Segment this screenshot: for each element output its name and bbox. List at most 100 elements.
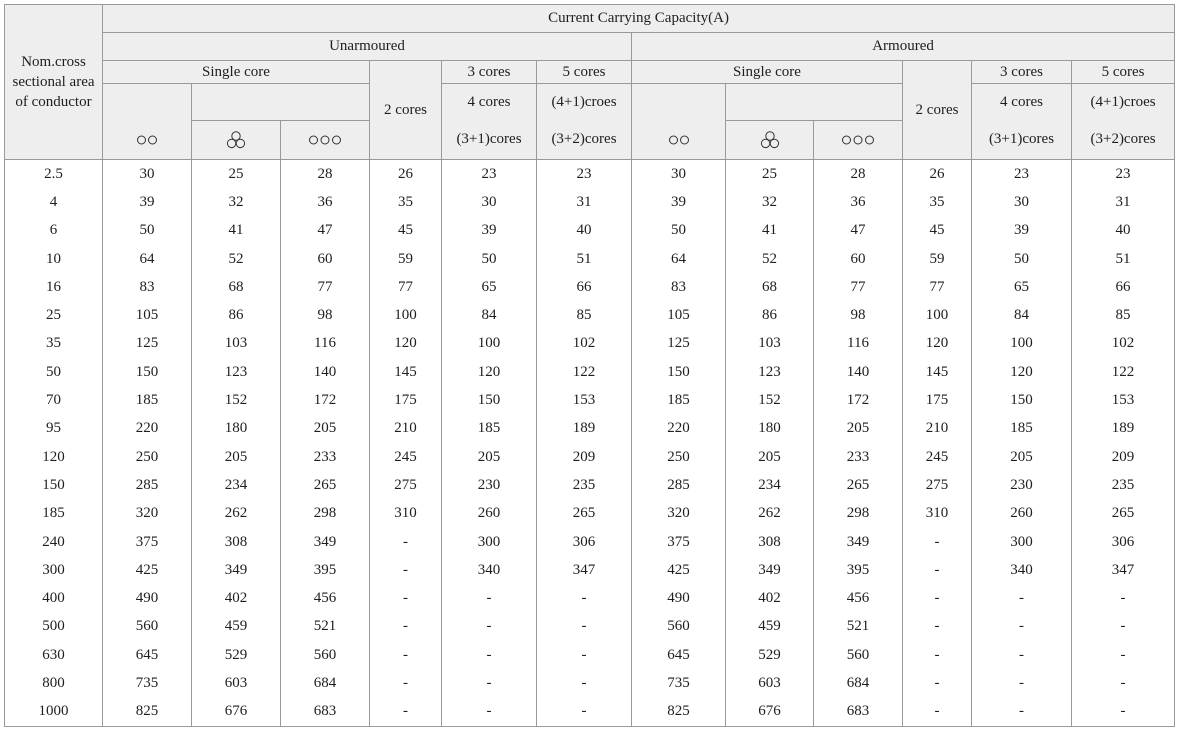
capacity-cell: 220 <box>631 414 726 443</box>
capacity-cell: 50 <box>631 216 726 245</box>
conductor-area-cell: 50 <box>4 358 103 387</box>
unarmoured-four-plus-one-header: (4+1)croes <box>536 83 632 121</box>
three-circles-trefoil-icon <box>760 131 779 149</box>
capacity-cell: 395 <box>813 556 903 585</box>
capacity-cell: 39 <box>441 216 537 245</box>
capacity-cell: 100 <box>369 301 442 330</box>
capacity-cell: 125 <box>102 329 192 359</box>
conductor-area-cell: 240 <box>4 527 103 557</box>
capacity-cell: 265 <box>1070 499 1176 528</box>
capacity-cell: 52 <box>725 244 814 274</box>
capacity-cell: 59 <box>369 244 442 274</box>
capacity-cell: 349 <box>280 527 370 557</box>
capacity-cell: - <box>971 612 1072 642</box>
capacity-cell: 735 <box>102 669 192 698</box>
capacity-cell: 23 <box>441 159 537 189</box>
capacity-cell: 45 <box>902 216 972 245</box>
capacity-cell: 265 <box>280 471 370 500</box>
capacity-cell: 100 <box>441 329 537 359</box>
capacity-cell: 560 <box>631 612 726 642</box>
capacity-cell: 60 <box>813 244 903 274</box>
capacity-cell: 172 <box>813 386 903 415</box>
capacity-cell: 320 <box>631 499 726 528</box>
capacity-cell: 425 <box>102 556 192 585</box>
capacity-cell: 347 <box>1070 556 1176 585</box>
capacity-cell: 120 <box>971 358 1072 387</box>
capacity-cell: 150 <box>971 386 1072 415</box>
unarmoured-five-cores-header: 5 cores <box>536 60 632 84</box>
capacity-cell: - <box>1070 612 1176 642</box>
capacity-cell: 233 <box>280 442 370 472</box>
capacity-cell: 645 <box>102 641 192 670</box>
capacity-cell: 459 <box>725 612 814 642</box>
capacity-cell: 603 <box>191 669 281 698</box>
capacity-cell: 395 <box>280 556 370 585</box>
unarmoured-single-core-header: Single core <box>102 60 370 84</box>
capacity-cell: 456 <box>280 584 370 613</box>
table-body: 2.5 30 25 28 26 23 23 30 25 28 26 23 23 4 39 32 36 35 30 31… <box>4 159 1176 727</box>
capacity-cell: - <box>1070 584 1176 613</box>
capacity-cell: 30 <box>971 188 1072 217</box>
capacity-cell: 116 <box>280 329 370 359</box>
capacity-cell: 85 <box>536 301 632 330</box>
unarmoured-two-cores-header: 2 cores <box>369 60 442 160</box>
table-row: 185 320 262 298 310 260 265 320 262 298 310 260 265 <box>4 499 1176 528</box>
capacity-cell: 825 <box>102 697 192 727</box>
table-row: 2.5 30 25 28 26 23 23 30 25 28 26 23 23 <box>4 159 1176 189</box>
capacity-cell: 275 <box>369 471 442 500</box>
capacity-cell: - <box>441 669 537 698</box>
conductor-header-line-3: of conductor <box>15 94 92 110</box>
capacity-cell: 285 <box>102 471 192 500</box>
armoured-flat-two-layout <box>631 120 726 160</box>
capacity-cell: 189 <box>536 414 632 443</box>
capacity-cell: 28 <box>280 159 370 189</box>
conductor-area-cell: 95 <box>4 414 103 443</box>
capacity-cell: 459 <box>191 612 281 642</box>
conductor-area-header: Nom.cross sectional area of conductor <box>4 4 103 160</box>
conductor-area-cell: 500 <box>4 612 103 642</box>
two-circles-flat-icon <box>668 135 689 145</box>
table-row: 150 285 234 265 275 230 235 285 234 265 275 230 235 <box>4 471 1176 500</box>
capacity-cell: 349 <box>191 556 281 585</box>
capacity-cell: - <box>536 669 632 698</box>
capacity-cell: 140 <box>813 358 903 387</box>
unarmoured-blank-cell <box>191 83 370 121</box>
capacity-cell: 275 <box>902 471 972 500</box>
capacity-cell: 490 <box>102 584 192 613</box>
capacity-cell: 102 <box>536 329 632 359</box>
armoured-three-plus-one-header: (3+1)cores <box>971 120 1072 160</box>
capacity-cell: 32 <box>725 188 814 217</box>
capacity-cell: 77 <box>369 273 442 302</box>
capacity-cell: 320 <box>102 499 192 528</box>
capacity-cell: 36 <box>280 188 370 217</box>
capacity-cell: 645 <box>631 641 726 670</box>
capacity-cell: 205 <box>280 414 370 443</box>
capacity-cell: 676 <box>725 697 814 727</box>
capacity-cell: 683 <box>280 697 370 727</box>
capacity-cell: 347 <box>536 556 632 585</box>
capacity-cell: - <box>971 669 1072 698</box>
capacity-cell: 65 <box>441 273 537 302</box>
capacity-cell: 25 <box>191 159 281 189</box>
capacity-cell: 205 <box>725 442 814 472</box>
two-circles-flat-icon <box>137 135 157 145</box>
capacity-cell: 298 <box>280 499 370 528</box>
conductor-area-cell: 630 <box>4 641 103 670</box>
capacity-cell: 85 <box>1070 301 1176 330</box>
capacity-cell: 64 <box>631 244 726 274</box>
capacity-cell: 735 <box>631 669 726 698</box>
capacity-cell: 153 <box>536 386 632 415</box>
capacity-cell: 308 <box>191 527 281 557</box>
capacity-cell: 40 <box>536 216 632 245</box>
capacity-cell: - <box>441 612 537 642</box>
capacity-cell: 77 <box>902 273 972 302</box>
capacity-cell: 260 <box>441 499 537 528</box>
capacity-cell: 402 <box>725 584 814 613</box>
capacity-cell: - <box>902 612 972 642</box>
capacity-cell: 105 <box>631 301 726 330</box>
capacity-cell: 30 <box>441 188 537 217</box>
capacity-cell: 234 <box>191 471 281 500</box>
conductor-area-cell: 400 <box>4 584 103 613</box>
capacity-cell: 145 <box>369 358 442 387</box>
table-row: 4 39 32 36 35 30 31 39 32 36 35 30 31 <box>4 188 1176 217</box>
